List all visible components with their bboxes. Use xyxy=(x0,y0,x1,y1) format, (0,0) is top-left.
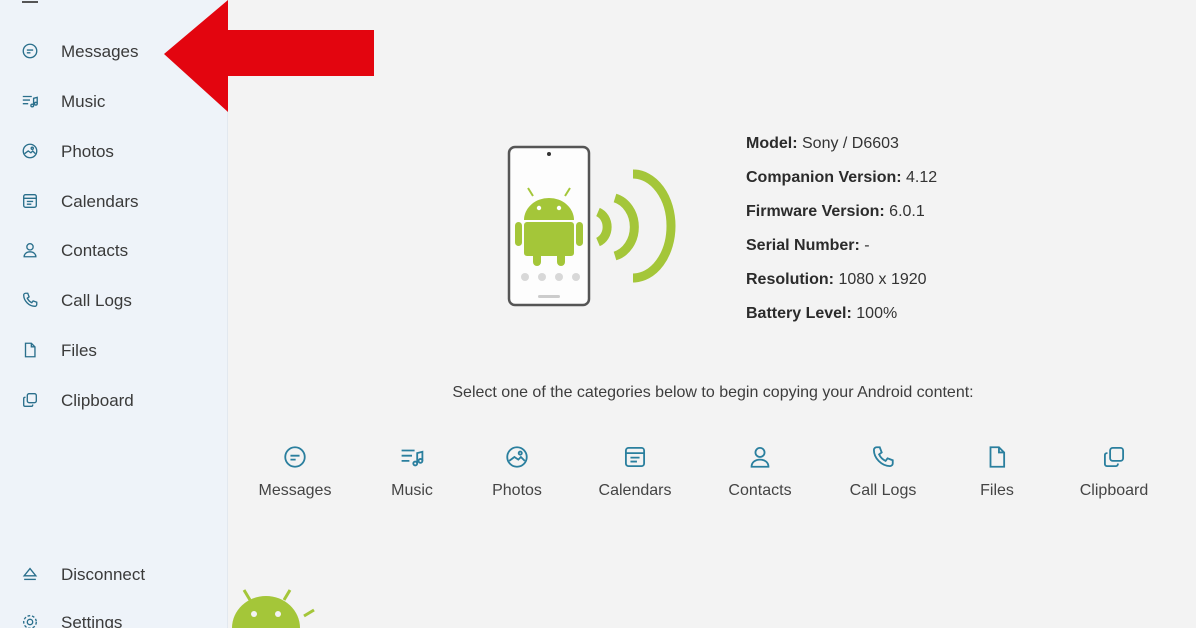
sidebar-item-calendars[interactable]: Calendars xyxy=(0,181,226,221)
sidebar-item-disconnect[interactable]: Disconnect xyxy=(0,554,226,594)
red-arrow-annotation xyxy=(164,0,374,112)
file-icon xyxy=(20,340,40,360)
category-label: Clipboard xyxy=(1079,482,1149,499)
info-value: 4.12 xyxy=(906,169,938,186)
file-icon xyxy=(942,440,1052,474)
sidebar-item-label: Contacts xyxy=(61,241,129,260)
message-icon xyxy=(240,440,350,474)
category-label: Call Logs xyxy=(849,482,917,499)
sidebar-item-settings[interactable]: Settings xyxy=(0,602,226,628)
hamburger-menu-icon[interactable] xyxy=(22,0,38,6)
sidebar-item-label: Clipboard xyxy=(61,391,134,410)
clipboard-icon xyxy=(20,390,40,410)
calendar-icon xyxy=(20,191,40,211)
sidebar-item-files[interactable]: Files xyxy=(0,330,226,370)
contact-icon xyxy=(20,240,40,260)
category-label: Calendars xyxy=(598,482,672,499)
device-info-panel: Model: Sony / D6603 Companion Version: 4… xyxy=(746,132,937,336)
info-value: 1080 x 1920 xyxy=(838,271,927,288)
info-value: 100% xyxy=(856,305,898,322)
category-label: Messages xyxy=(258,482,332,499)
sidebar-item-label: Messages xyxy=(61,42,139,61)
sidebar-item-label: Settings xyxy=(61,613,123,628)
category-label: Files xyxy=(980,482,1014,499)
info-label: Battery Level: xyxy=(746,305,852,322)
instructions-text: Select one of the categories below to be… xyxy=(452,384,974,401)
sidebar-item-label: Music xyxy=(61,92,106,111)
android-logo-icon xyxy=(232,589,315,628)
calendar-icon xyxy=(580,440,690,474)
android-phone-illustration xyxy=(507,145,676,307)
info-battery-level: Battery Level: 100% xyxy=(746,302,937,336)
photo-icon xyxy=(462,440,572,474)
category-music[interactable]: Music xyxy=(357,440,467,500)
info-label: Model: xyxy=(746,135,798,152)
category-call-logs[interactable]: Call Logs xyxy=(828,440,938,500)
category-label: Photos xyxy=(492,482,542,499)
info-firmware-version: Firmware Version: 6.0.1 xyxy=(746,200,937,234)
phone-icon xyxy=(828,440,938,474)
category-calendars[interactable]: Calendars xyxy=(580,440,690,500)
info-label: Resolution: xyxy=(746,271,834,288)
phone-icon xyxy=(20,290,40,310)
info-value: 6.0.1 xyxy=(889,203,925,220)
category-label: Contacts xyxy=(728,482,792,499)
info-companion-version: Companion Version: 4.12 xyxy=(746,166,937,200)
gear-icon xyxy=(20,612,40,628)
sidebar-item-label: Call Logs xyxy=(61,291,132,310)
music-icon xyxy=(20,91,40,111)
info-label: Firmware Version: xyxy=(746,203,885,220)
category-photos[interactable]: Photos xyxy=(462,440,572,500)
category-label: Music xyxy=(391,482,433,499)
sidebar-item-label: Photos xyxy=(61,142,114,161)
sidebar-item-clipboard[interactable]: Clipboard xyxy=(0,380,226,420)
contact-icon xyxy=(705,440,815,474)
sidebar-item-label: Disconnect xyxy=(61,565,146,584)
category-clipboard[interactable]: Clipboard xyxy=(1059,440,1169,500)
info-value: - xyxy=(864,237,870,254)
sidebar-item-contacts[interactable]: Contacts xyxy=(0,230,226,270)
info-label: Serial Number: xyxy=(746,237,860,254)
sidebar-item-call-logs[interactable]: Call Logs xyxy=(0,280,226,320)
clipboard-icon xyxy=(1059,440,1169,474)
info-resolution: Resolution: 1080 x 1920 xyxy=(746,268,937,302)
info-label: Companion Version: xyxy=(746,169,902,186)
category-messages[interactable]: Messages xyxy=(240,440,350,500)
message-icon xyxy=(20,41,40,61)
eject-icon xyxy=(20,564,40,584)
sidebar-item-label: Files xyxy=(61,341,97,360)
sidebar-item-photos[interactable]: Photos xyxy=(0,131,226,171)
category-contacts[interactable]: Contacts xyxy=(705,440,815,500)
sidebar-item-label: Calendars xyxy=(61,192,139,211)
photo-icon xyxy=(20,141,40,161)
info-value: Sony / D6603 xyxy=(802,135,899,152)
info-model: Model: Sony / D6603 xyxy=(746,132,937,166)
category-files[interactable]: Files xyxy=(942,440,1052,500)
music-icon xyxy=(357,440,467,474)
info-serial-number: Serial Number: - xyxy=(746,234,937,268)
